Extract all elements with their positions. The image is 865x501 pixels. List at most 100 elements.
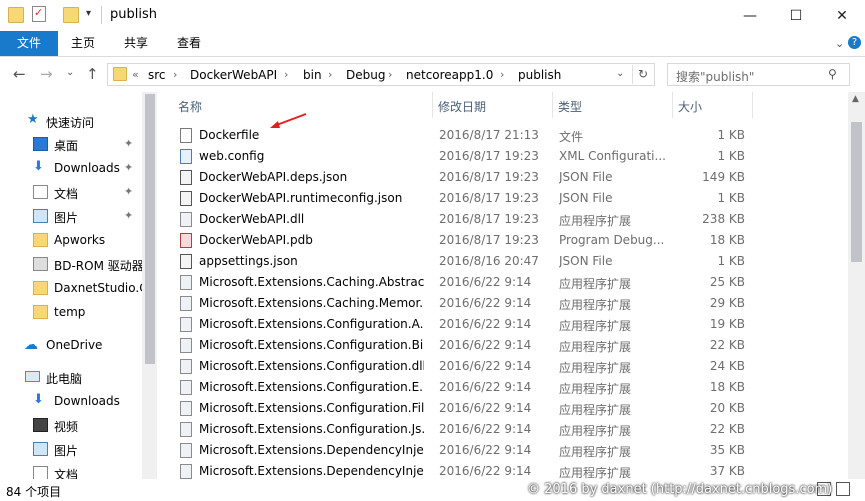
minimize-button[interactable]: —	[727, 0, 773, 31]
file-type: 文件	[559, 130, 584, 144]
file-date: 2016/8/17 19:23	[439, 191, 539, 205]
file-row[interactable]: DockerWebAPI.deps.json 2016/8/17 19:23 JSO…	[158, 167, 848, 188]
file-row[interactable]: Microsoft.Extensions.Caching.Memor... 201…	[158, 293, 848, 314]
refresh-icon[interactable]: ↻	[638, 67, 648, 81]
tab-file[interactable]: 文件	[0, 31, 58, 56]
file-row[interactable]: Microsoft.Extensions.DependencyInje... 20…	[158, 440, 848, 461]
crumb-src[interactable]: src	[148, 68, 166, 82]
recent-locations-icon[interactable]: ⌄	[66, 67, 74, 78]
column-divider[interactable]	[752, 92, 753, 118]
file-type: XML Configurati...	[559, 149, 666, 163]
file-type: Program Debug...	[559, 233, 665, 247]
close-button[interactable]: ✕	[819, 0, 865, 31]
search-icon[interactable]: ⚲	[828, 67, 837, 81]
chevron-right-icon[interactable]: ›	[328, 68, 332, 81]
tab-home[interactable]: 主页	[58, 31, 108, 56]
chevron-right-icon[interactable]: ›	[500, 68, 504, 81]
file-row[interactable]: Microsoft.Extensions.DependencyInje... 20…	[158, 461, 848, 479]
tab-share[interactable]: 共享	[110, 31, 162, 56]
nav-item-pc[interactable]: ⬇ Downloads	[0, 390, 142, 412]
column-header-name[interactable]: 名称	[178, 98, 202, 115]
overflow-chevron-icon[interactable]: «	[132, 68, 139, 81]
file-row[interactable]: Microsoft.Extensions.Configuration.E... 2…	[158, 377, 848, 398]
crumb-debug[interactable]: Debug	[346, 68, 385, 82]
crumb-netcoreapp[interactable]: netcoreapp1.0	[406, 68, 493, 82]
nav-item-pc[interactable]: 视频	[0, 414, 142, 436]
nav-item-pc[interactable]: 文档	[0, 462, 142, 479]
expand-ribbon-icon[interactable]: ⌄	[835, 37, 844, 50]
column-divider[interactable]	[432, 92, 433, 118]
nav-item-pc[interactable]: 图片	[0, 438, 142, 460]
nav-onedrive[interactable]: ☁ OneDrive	[0, 334, 142, 356]
search-input[interactable]: 搜索"publish" ⚲	[667, 63, 850, 86]
nav-item-quick[interactable]: BD-ROM 驱动器	[0, 253, 142, 275]
new-folder-icon[interactable]	[63, 7, 79, 23]
chevron-right-icon[interactable]: ›	[284, 68, 288, 81]
nav-item-quick[interactable]: temp	[0, 301, 142, 323]
column-header-size[interactable]: 大小	[678, 98, 702, 115]
customize-toolbar-icon[interactable]: ▾	[86, 8, 91, 19]
crumb-bin[interactable]: bin	[303, 68, 322, 82]
nav-quick-access[interactable]: ★ 快速访问	[0, 110, 142, 132]
crumb-publish[interactable]: publish	[518, 68, 561, 82]
forward-arrow-icon[interactable]: →	[40, 65, 53, 83]
file-row[interactable]: Microsoft.Extensions.Configuration.Fil..…	[158, 398, 848, 419]
large-icons-view-icon[interactable]	[836, 482, 850, 496]
dll-file-icon	[180, 317, 192, 332]
file-date: 2016/6/22 9:14	[439, 401, 532, 415]
nav-item-quick[interactable]: Apworks	[0, 229, 142, 251]
crumb-dockerwebapi[interactable]: DockerWebAPI	[190, 68, 277, 82]
help-icon[interactable]: ?	[848, 36, 861, 49]
file-row[interactable]: Microsoft.Extensions.Configuration.Bi...…	[158, 335, 848, 356]
nav-label: 视频	[54, 420, 79, 434]
annotation-arrow-icon	[270, 113, 307, 128]
nav-this-pc[interactable]: 此电脑	[0, 366, 142, 388]
column-divider[interactable]	[672, 92, 673, 118]
nav-item-quick[interactable]: 图片 ✦	[0, 205, 142, 227]
file-row[interactable]: Microsoft.Extensions.Caching.Abstrac... 2…	[158, 272, 848, 293]
file-list-scrollbar[interactable]: ▲	[848, 92, 865, 479]
folder-icon	[8, 7, 24, 23]
file-row[interactable]: Microsoft.Extensions.Configuration.Js...…	[158, 419, 848, 440]
file-row[interactable]: DockerWebAPI.runtimeconfig.json 2016/8/17…	[158, 188, 848, 209]
nav-label: Downloads	[54, 394, 120, 408]
maximize-button[interactable]: ☐	[773, 0, 819, 31]
dll-file-icon	[180, 464, 192, 479]
pin-icon[interactable]: ✦	[124, 209, 133, 222]
file-date: 2016/8/17 19:23	[439, 212, 539, 226]
chevron-right-icon[interactable]: ›	[173, 68, 177, 81]
chevron-right-icon[interactable]: ›	[388, 68, 392, 81]
file-type: 应用程序扩展	[559, 445, 632, 459]
nav-item-quick[interactable]: 文档 ✦	[0, 181, 142, 203]
file-row[interactable]: Dockerfile 2016/8/17 21:13 文件 1 KB	[158, 125, 848, 146]
file-row[interactable]: DockerWebAPI.pdb 2016/8/17 19:23 Program D…	[158, 230, 848, 251]
nav-scrollbar-thumb[interactable]	[145, 94, 155, 364]
pin-icon[interactable]: ✦	[124, 137, 133, 150]
nav-item-quick[interactable]: DaxnetStudio.C	[0, 277, 142, 299]
video-icon	[33, 418, 48, 432]
file-row[interactable]: appsettings.json 2016/8/16 20:47 JSON File…	[158, 251, 848, 272]
file-row[interactable]: web.config 2016/8/17 19:23 XML Configurati…	[158, 146, 848, 167]
nav-item-quick[interactable]: 桌面 ✦	[0, 133, 142, 155]
navigation-pane: ★ 快速访问 桌面 ✦ ⬇ Downloads ✦ 文档 ✦ 图片 ✦ Apworks BD-ROM…	[0, 92, 157, 479]
back-arrow-icon[interactable]: ←	[13, 65, 26, 83]
file-row[interactable]: Microsoft.Extensions.Configuration.A... 2…	[158, 314, 848, 335]
file-row[interactable]: Microsoft.Extensions.Configuration.dll 20…	[158, 356, 848, 377]
scroll-up-icon[interactable]: ▲	[852, 94, 859, 104]
address-dropdown-icon[interactable]: ⌄	[616, 68, 624, 79]
up-arrow-icon[interactable]: ↑	[86, 65, 99, 83]
dll-file-icon	[180, 401, 192, 416]
pin-icon[interactable]: ✦	[124, 185, 133, 198]
tab-view[interactable]: 查看	[164, 31, 214, 56]
address-bar[interactable]: « src › DockerWebAPI › bin › Debug › net…	[107, 63, 655, 86]
pin-icon[interactable]: ✦	[124, 161, 133, 174]
column-header-date[interactable]: 修改日期	[438, 98, 486, 115]
title-bar: ✓ ▾ publish — ☐ ✕	[0, 0, 865, 31]
nav-label: 桌面	[54, 139, 79, 153]
file-list-scrollbar-thumb[interactable]	[851, 122, 862, 262]
properties-icon[interactable]: ✓	[32, 6, 46, 22]
file-row[interactable]: DockerWebAPI.dll 2016/8/17 19:23 应用程序扩展 238…	[158, 209, 848, 230]
nav-item-quick[interactable]: ⬇ Downloads ✦	[0, 157, 142, 179]
column-divider[interactable]	[552, 92, 553, 118]
column-header-type[interactable]: 类型	[558, 98, 582, 115]
